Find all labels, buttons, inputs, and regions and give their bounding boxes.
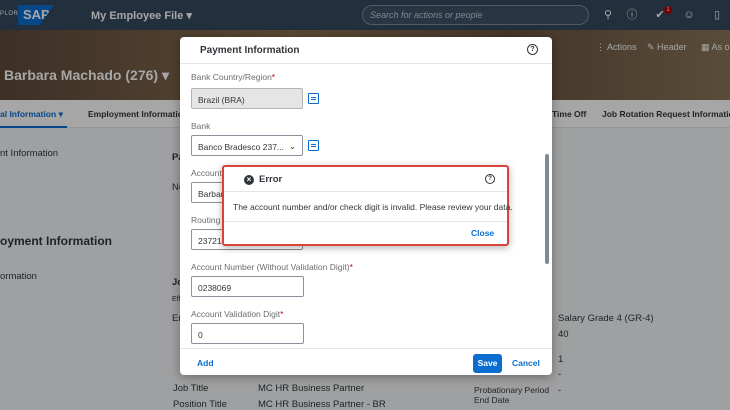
error-message: The account number and/or check digit is… xyxy=(233,202,513,212)
error-header: × Error ? xyxy=(224,167,507,192)
divider xyxy=(180,63,552,64)
help-icon[interactable]: ? xyxy=(485,174,495,184)
validation-digit-label: Account Validation Digit* xyxy=(191,309,284,319)
dialog-title: Payment Information xyxy=(200,45,300,56)
bank-country-field[interactable]: Brazil (BRA) xyxy=(191,88,303,109)
divider xyxy=(224,221,507,222)
value-help-icon[interactable] xyxy=(308,93,319,104)
routing-label: Routing xyxy=(191,215,221,225)
error-icon: × xyxy=(244,175,254,185)
add-button[interactable]: Add xyxy=(197,358,214,368)
bank-country-label: Bank Country/Region* xyxy=(191,72,276,82)
chevron-down-icon: ⌄ xyxy=(288,141,296,151)
help-icon[interactable]: ? xyxy=(527,44,538,55)
account-number-label: Account Number (Without Validation Digit… xyxy=(191,262,353,272)
error-title: Error xyxy=(259,174,283,185)
value-help-icon[interactable] xyxy=(308,140,319,151)
account-owner-label: Account xyxy=(191,168,222,178)
close-button[interactable]: Close xyxy=(471,228,494,238)
cancel-button[interactable]: Cancel xyxy=(512,358,540,368)
bank-label: Bank xyxy=(191,121,211,131)
scrollbar[interactable] xyxy=(545,154,549,264)
validation-digit-field[interactable]: 0 xyxy=(191,323,304,344)
error-dialog: × Error ? The account number and/or chec… xyxy=(222,165,513,246)
account-number-field[interactable]: 0238069 xyxy=(191,276,304,297)
dialog-footer: Add Save Cancel xyxy=(180,348,552,375)
bank-select[interactable]: Banco Bradesco 237... ⌄ xyxy=(191,135,303,156)
save-button[interactable]: Save xyxy=(473,354,502,373)
